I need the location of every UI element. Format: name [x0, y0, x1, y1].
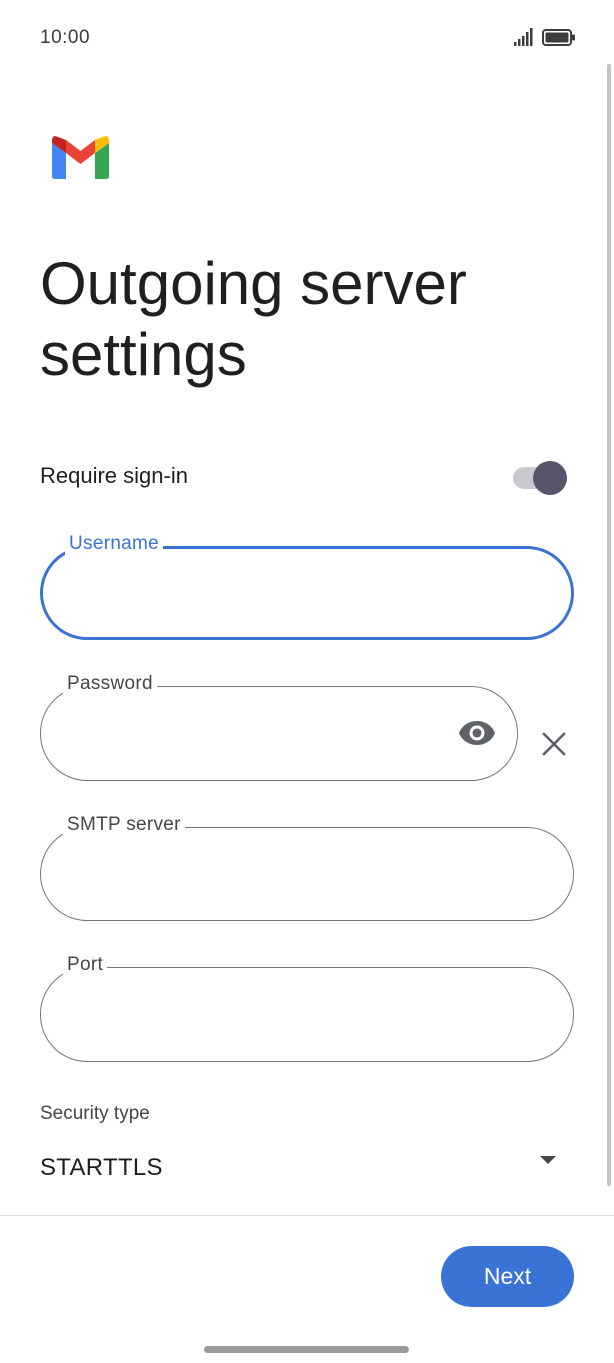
signal-bars-icon [514, 28, 534, 51]
home-indicator[interactable] [204, 1346, 409, 1353]
password-field[interactable]: Password [40, 673, 518, 781]
footer-divider [0, 1215, 614, 1216]
status-bar: 10:00 [0, 0, 614, 76]
arrow-drop-down-icon [538, 1150, 558, 1175]
battery-full-icon [542, 29, 576, 51]
security-type-value: STARTTLS [40, 1154, 163, 1181]
security-type-label: Security type [40, 1103, 150, 1124]
next-button[interactable]: Next [441, 1246, 574, 1307]
require-signin-toggle[interactable] [513, 461, 569, 495]
close-icon[interactable] [541, 731, 567, 762]
port-field[interactable]: Port [40, 954, 574, 1062]
require-signin-row: Require sign-in [40, 455, 574, 499]
eye-icon[interactable] [458, 720, 496, 751]
status-time: 10:00 [40, 27, 91, 48]
smtp-server-input[interactable] [67, 852, 487, 896]
username-input[interactable] [69, 573, 489, 617]
gmail-logo [52, 136, 109, 184]
security-type-select[interactable]: STARTTLS [40, 1146, 574, 1190]
port-label: Port [63, 954, 108, 976]
smtp-server-field[interactable]: SMTP server [40, 814, 574, 921]
password-input[interactable] [67, 711, 487, 755]
port-input[interactable] [67, 992, 487, 1036]
password-label: Password [63, 673, 157, 695]
username-label: Username [65, 533, 164, 555]
scrollbar[interactable] [607, 64, 611, 1186]
require-signin-label: Require sign-in [40, 463, 188, 488]
smtp-server-label: SMTP server [63, 814, 185, 836]
toggle-thumb [533, 461, 567, 495]
page-title: Outgoing server settings [40, 250, 467, 388]
username-field[interactable]: Username [40, 533, 574, 640]
